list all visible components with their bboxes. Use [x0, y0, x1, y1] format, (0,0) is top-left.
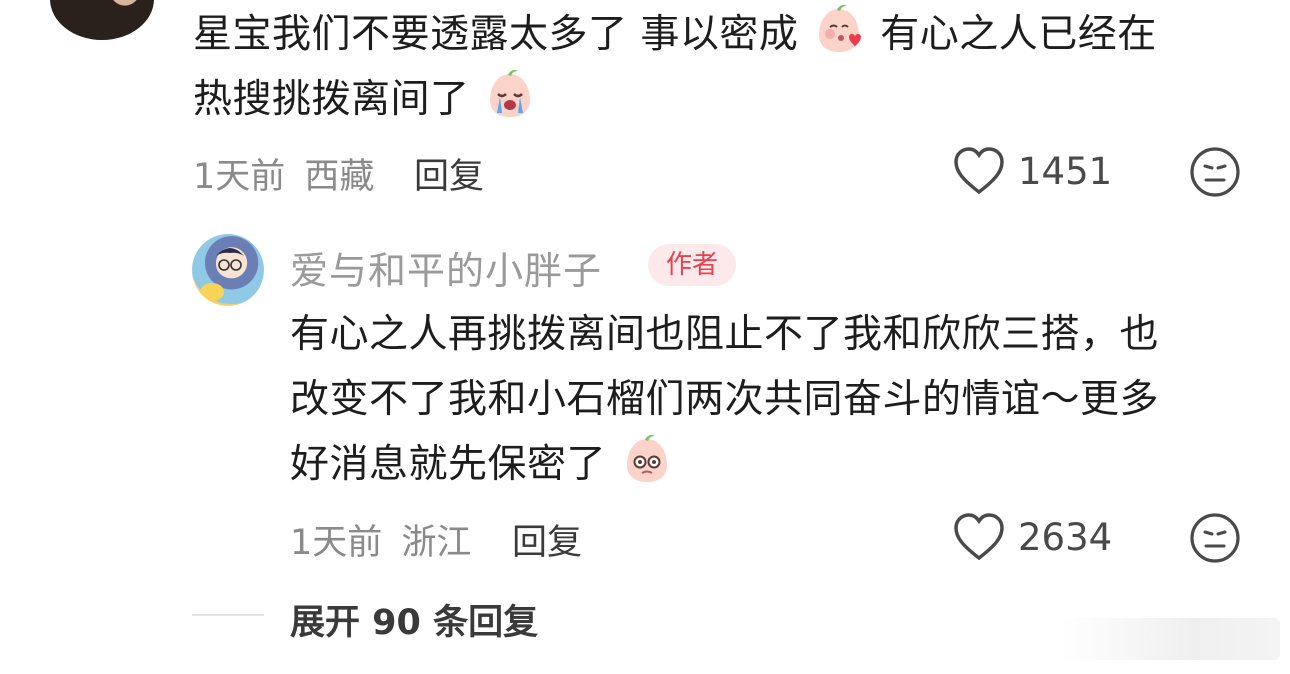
- comment-text-line2: 热搜挑拨离间了: [193, 77, 470, 122]
- reply-meta: 1天前 浙江: [290, 514, 471, 565]
- reply-dislike-face-icon[interactable]: [1188, 511, 1242, 565]
- author-avatar[interactable]: [192, 234, 264, 306]
- comment-text-line1b: 有心之人已经在: [880, 12, 1157, 57]
- reply-author-name[interactable]: 爱与和平的小胖子: [290, 240, 602, 295]
- nervous-eyes-emoji-icon: [621, 433, 673, 485]
- commenter-avatar[interactable]: [50, 0, 154, 40]
- comment-text-line1a: 星宝我们不要透露太多了 事以密成: [193, 12, 799, 57]
- author-badge: 作者: [648, 244, 737, 286]
- reply-text-line1: 有心之人再挑拨离间也阻止不了我和欣欣三搭，也: [290, 312, 1160, 357]
- reply-button[interactable]: 回复: [414, 148, 484, 199]
- comment-time: 1天前: [193, 157, 286, 197]
- comment-location: 西藏: [304, 157, 375, 197]
- like-count: 1451: [1018, 150, 1113, 193]
- reply-text: 有心之人再挑拨离间也阻止不了我和欣欣三搭，也 改变不了我和小石榴们两次共同奋斗的…: [290, 302, 1250, 497]
- watermark-fade: [1060, 618, 1280, 660]
- reply-location: 浙江: [401, 523, 472, 563]
- comment-meta: 1天前 西藏: [193, 148, 374, 199]
- reply-like-count: 2634: [1018, 516, 1113, 559]
- reply-time: 1天前: [290, 523, 383, 563]
- expand-divider: [192, 614, 264, 616]
- reply-like-heart-icon[interactable]: [952, 512, 1006, 562]
- blushing-kiss-emoji-icon: [813, 3, 865, 55]
- dislike-face-icon[interactable]: [1188, 145, 1242, 199]
- crying-emoji-icon: [484, 68, 536, 120]
- reply-text-line2: 改变不了我和小石榴们两次共同奋斗的情谊～更多: [290, 377, 1160, 422]
- reply-text-line3: 好消息就先保密了: [290, 442, 607, 487]
- reply-reply-button[interactable]: 回复: [512, 514, 582, 565]
- like-heart-icon[interactable]: [952, 146, 1006, 196]
- comment-text: 星宝我们不要透露太多了 事以密成 有心之人已经在 热搜挑拨离间了: [193, 2, 1253, 132]
- expand-replies-button[interactable]: 展开 90 条回复: [290, 594, 538, 645]
